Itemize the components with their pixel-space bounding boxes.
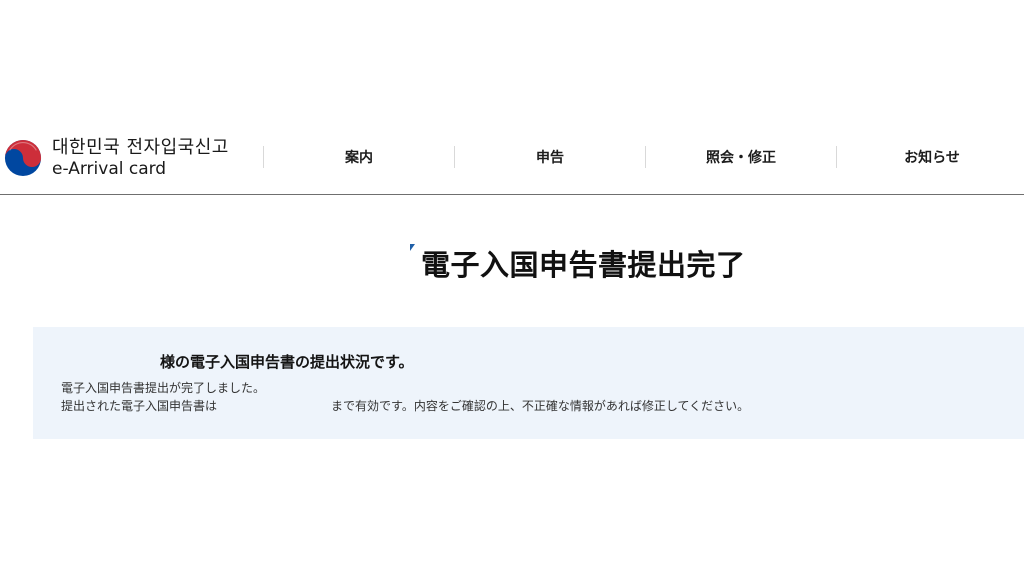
status-heading: 様の電子入国申告書の提出状況です。 bbox=[160, 353, 414, 371]
nav-item-inquiry-edit[interactable]: 照会・修正 bbox=[645, 146, 836, 168]
status-message-validity: 提出された電子入国申告書は まで有効です。内容をご確認の上、不正確な情報があれば修… bbox=[61, 397, 749, 414]
taegeuk-emblem-icon bbox=[4, 139, 42, 177]
logo-korean-text: 대한민국 전자입국신고 bbox=[52, 136, 229, 158]
validity-prefix: 提出された電子入国申告書は bbox=[61, 399, 218, 413]
site-logo[interactable]: 대한민국 전자입국신고 e-Arrival card bbox=[4, 134, 254, 182]
main-nav: 案内 申告 照会・修正 お知らせ bbox=[263, 146, 1024, 168]
submission-status-box: 様の電子入国申告書の提出状況です。 電子入国申告書提出が完了しました。 提出され… bbox=[33, 327, 1024, 439]
page: 대한민국 전자입국신고 e-Arrival card 案内 申告 照会・修正 お… bbox=[0, 0, 1024, 576]
site-header: 대한민국 전자입국신고 e-Arrival card 案内 申告 照会・修正 お… bbox=[0, 122, 1024, 195]
nav-item-declaration[interactable]: 申告 bbox=[454, 146, 645, 168]
logo-english-text: e-Arrival card bbox=[52, 158, 167, 179]
page-title-area: 電子入国申告書提出完了 bbox=[410, 242, 746, 282]
status-message-complete: 電子入国申告書提出が完了しました。 bbox=[61, 381, 266, 395]
nav-item-notices[interactable]: お知らせ bbox=[836, 146, 1024, 168]
logo-text: 대한민국 전자입국신고 e-Arrival card bbox=[52, 136, 229, 179]
title-accent-mark-icon bbox=[410, 244, 415, 251]
validity-suffix: まで有効です。内容をご確認の上、不正確な情報があれば修正してください。 bbox=[331, 399, 750, 413]
nav-item-guide[interactable]: 案内 bbox=[263, 146, 454, 168]
page-title: 電子入国申告書提出完了 bbox=[421, 248, 746, 282]
